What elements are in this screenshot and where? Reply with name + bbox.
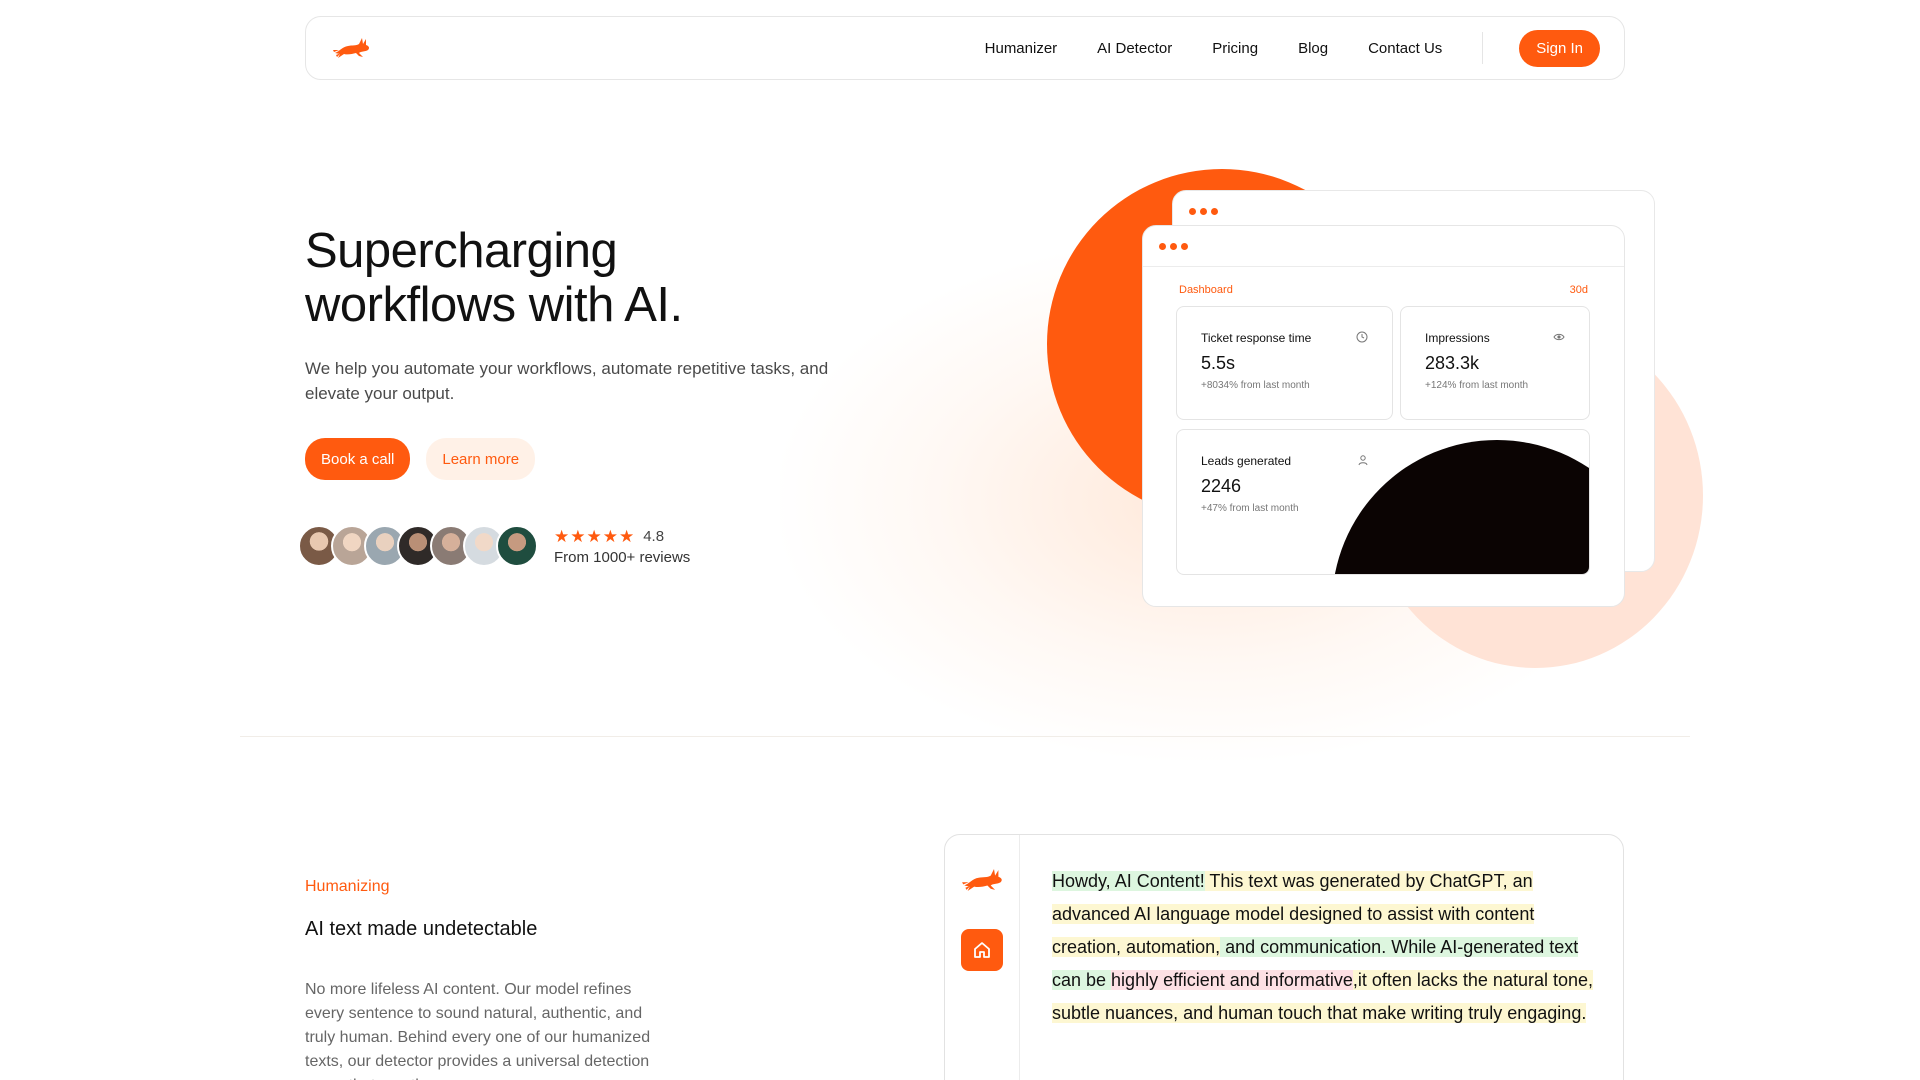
- metric-value: 283.3k: [1425, 353, 1480, 373]
- dashboard-label: Dashboard: [1179, 284, 1233, 296]
- section-body: No more lifeless AI content. Our model r…: [305, 981, 651, 1080]
- hero-title-line1: Supercharging: [305, 224, 618, 278]
- clock-icon: [1356, 331, 1368, 343]
- sign-in-button[interactable]: Sign In: [1519, 29, 1600, 67]
- rating-block: ★★★★★ 4.8 From 1000+ reviews: [554, 527, 690, 566]
- hero-cta-row: Book a call Learn more: [305, 438, 536, 480]
- metric-value: 2246: [1201, 476, 1242, 496]
- text-segment-human: Howdy, AI Content!: [1052, 871, 1205, 891]
- window-dots: [1189, 208, 1218, 215]
- section-divider: [240, 736, 1690, 737]
- avatar-group: [298, 525, 538, 567]
- star-rating-icon: ★★★★★: [554, 526, 636, 546]
- humanizer-preview-panel: Howdy, AI Content! This text was generat…: [944, 834, 1624, 1080]
- metric-delta: +8034% from last month: [1201, 380, 1310, 391]
- metric-title: Ticket response time: [1201, 331, 1312, 345]
- section-title: AI text made undetectable: [305, 918, 538, 940]
- nav-link-blog[interactable]: Blog: [1298, 40, 1328, 57]
- hero-title: Supercharging workflows with AI.: [305, 224, 905, 332]
- card-header-divider: [1143, 266, 1624, 267]
- social-proof: ★★★★★ 4.8 From 1000+ reviews: [298, 525, 690, 567]
- nav-link-ai-detector[interactable]: AI Detector: [1097, 40, 1172, 57]
- book-a-call-button[interactable]: Book a call: [305, 438, 411, 480]
- metric-card-impressions: Impressions 283.3k +124% from last month: [1400, 306, 1590, 420]
- rabbit-logo-icon[interactable]: [332, 35, 372, 61]
- dashboard-range: 30d: [1569, 284, 1588, 296]
- hero-subtitle: We help you automate your workflows, aut…: [305, 359, 829, 403]
- window-dot: [1170, 243, 1177, 250]
- learn-more-button[interactable]: Learn more: [426, 438, 536, 480]
- hero-title-line2: workflows with AI.: [305, 278, 683, 332]
- nav-links: Humanizer AI Detector Pricing Blog Conta…: [985, 29, 1600, 67]
- text-segment-human: and communication.: [1220, 937, 1387, 957]
- window-dot: [1159, 243, 1166, 250]
- section-eyebrow: Humanizing: [305, 878, 390, 895]
- nav-link-pricing[interactable]: Pricing: [1212, 40, 1258, 57]
- home-button[interactable]: [961, 929, 1003, 971]
- humanized-sample-text: Howdy, AI Content! This text was generat…: [1052, 865, 1607, 1030]
- reviews-count: From 1000+ reviews: [554, 548, 691, 566]
- metric-title: Impressions: [1425, 331, 1490, 345]
- nav-divider: [1482, 32, 1484, 64]
- metric-card-ticket-response: Ticket response time 5.5s +8034% from la…: [1176, 306, 1393, 420]
- metric-value: 5.5s: [1201, 353, 1236, 373]
- metric-title: Leads generated: [1201, 454, 1292, 468]
- metric-delta: +47% from last month: [1201, 503, 1299, 514]
- rating-value: 4.8: [643, 528, 665, 545]
- top-navbar: Humanizer AI Detector Pricing Blog Conta…: [305, 16, 1625, 80]
- dashboard-card: Dashboard 30d Ticket response time 5.5s …: [1142, 225, 1625, 607]
- user-icon: [1358, 455, 1368, 466]
- nav-link-contact[interactable]: Contact Us: [1368, 40, 1442, 57]
- home-icon: [974, 942, 990, 958]
- metric-card-leads: Leads generated 2246 +47% from last mont…: [1176, 429, 1590, 575]
- rabbit-logo-icon: [962, 869, 1002, 891]
- panel-sidebar: [945, 835, 1020, 1080]
- window-dot: [1189, 208, 1196, 215]
- nav-link-humanizer[interactable]: Humanizer: [985, 40, 1058, 57]
- window-dots: [1159, 243, 1188, 250]
- avatar: [496, 525, 538, 567]
- stars-row: ★★★★★ 4.8: [554, 527, 690, 547]
- window-dot: [1200, 208, 1207, 215]
- text-segment-ai: highly efficient and informative: [1111, 970, 1353, 990]
- metric-delta: +124% from last month: [1425, 380, 1529, 391]
- window-dot: [1181, 243, 1188, 250]
- decorative-dark-shape: [1332, 440, 1589, 574]
- window-dot: [1211, 208, 1218, 215]
- eye-icon: [1553, 333, 1565, 341]
